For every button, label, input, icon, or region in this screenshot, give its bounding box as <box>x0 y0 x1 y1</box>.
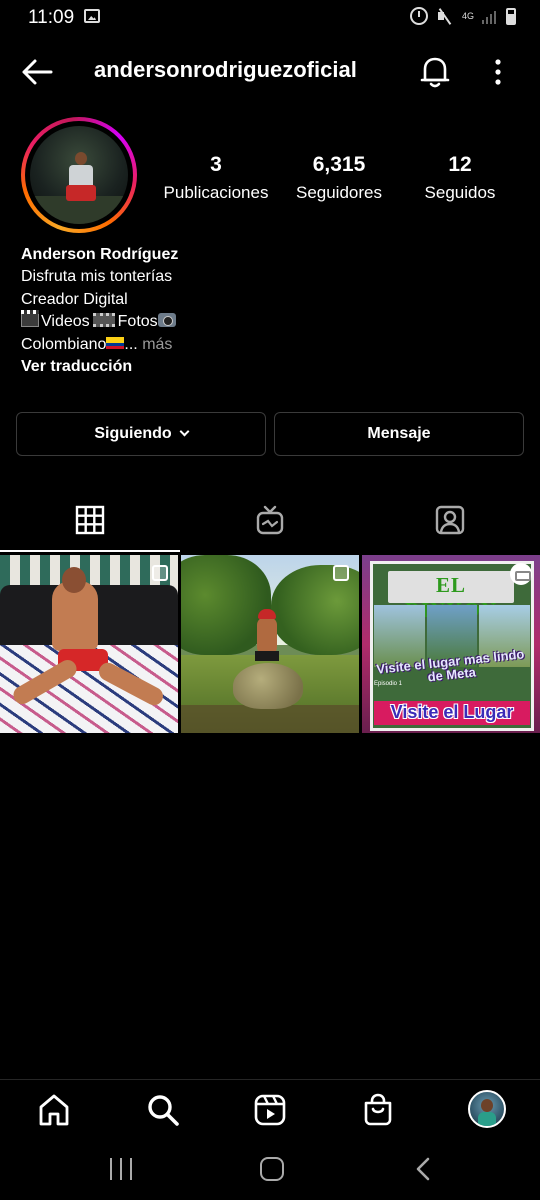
stat-followers[interactable]: 6,315 Seguidores <box>292 153 386 203</box>
camera-icon <box>157 313 176 328</box>
profile-avatar-nav[interactable] <box>468 1090 506 1128</box>
home-icon[interactable] <box>36 1092 72 1128</box>
tab-tagged[interactable] <box>360 496 540 552</box>
followers-count: 6,315 <box>312 153 366 176</box>
post-thumbnail[interactable] <box>0 555 178 733</box>
system-navigation <box>0 1140 540 1200</box>
poster-episode: Episodio 1 <box>374 681 403 687</box>
clapper-board-icon <box>21 310 39 328</box>
bio-more-link[interactable]: más <box>142 336 172 353</box>
profile-username: andersonrodriguezoficial <box>94 57 357 82</box>
recents-icon[interactable] <box>110 1158 132 1180</box>
grid-icon <box>75 505 105 535</box>
alarm-icon <box>410 7 428 25</box>
film-frames-icon <box>92 313 115 328</box>
status-bar: 11:09 4G <box>0 0 540 34</box>
see-translation-link[interactable]: Ver traducción <box>21 356 521 378</box>
back-arrow-icon[interactable] <box>20 56 54 88</box>
signal-icon <box>482 8 498 24</box>
tagged-icon <box>435 505 465 535</box>
message-button-label: Mensaje <box>367 425 431 442</box>
more-vertical-icon[interactable] <box>488 56 508 88</box>
stat-posts[interactable]: 3 Publicaciones <box>160 153 272 203</box>
following-button[interactable]: Siguiendo <box>16 412 266 456</box>
avatar-border <box>25 121 133 229</box>
multiple-photos-icon <box>333 565 349 581</box>
bio-videos-text: Videos <box>41 313 90 331</box>
following-count: 12 <box>448 153 472 176</box>
bio-photos-text: Fotos <box>117 313 158 331</box>
profile-full-name: Anderson Rodríguez <box>21 246 179 263</box>
status-icons: 4G <box>410 7 516 25</box>
colombia-flag-icon <box>106 336 125 349</box>
igtv-icon <box>510 563 532 585</box>
bio-line-media: Videos Fotos <box>21 310 521 333</box>
mute-icon <box>436 7 454 25</box>
battery-icon <box>506 7 516 25</box>
followers-label: Seguidores <box>295 183 382 202</box>
message-button[interactable]: Mensaje <box>274 412 524 456</box>
reels-icon[interactable] <box>252 1092 288 1128</box>
search-icon[interactable] <box>145 1092 181 1128</box>
stat-following[interactable]: 12 Seguidos <box>420 153 500 203</box>
poster-cta: Visite el Lugar <box>390 702 514 722</box>
tab-posts-grid[interactable] <box>0 496 180 552</box>
home-button-icon[interactable] <box>260 1157 284 1181</box>
bio-line-origin: Colombiano... más <box>21 334 521 356</box>
profile-avatar-story-ring[interactable] <box>21 117 137 233</box>
network-label: 4G <box>462 10 475 21</box>
image-icon <box>84 9 100 23</box>
post-thumbnail-igtv[interactable]: EL RINKON Visite el lugar mas lindo de M… <box>362 555 540 733</box>
profile-tabs <box>0 496 540 552</box>
profile-bio: Anderson Rodríguez Disfruta mis tontería… <box>21 244 521 378</box>
posts-count: 3 <box>210 153 222 176</box>
profile-header: andersonrodriguezoficial <box>0 44 540 100</box>
multiple-photos-icon <box>152 565 168 581</box>
following-label: Seguidos <box>424 183 496 202</box>
post-thumbnail[interactable] <box>181 555 359 733</box>
tab-igtv[interactable] <box>180 496 360 552</box>
shop-icon[interactable] <box>360 1092 396 1128</box>
status-time: 11:09 <box>28 7 75 28</box>
chevron-down-icon <box>179 426 190 437</box>
bell-icon[interactable] <box>418 54 452 90</box>
profile-avatar <box>30 126 128 224</box>
following-button-label: Siguiendo <box>94 425 172 442</box>
bio-origin-text: Colombiano <box>21 335 107 353</box>
back-icon[interactable] <box>412 1156 434 1182</box>
igtv-icon <box>256 505 284 535</box>
posts-label: Publicaciones <box>163 183 269 202</box>
bio-line: Creador Digital <box>21 290 128 308</box>
bio-ellipsis: ... <box>124 335 138 353</box>
bio-line: Disfruta mis tonterías <box>21 268 173 286</box>
bottom-navigation <box>0 1079 540 1139</box>
